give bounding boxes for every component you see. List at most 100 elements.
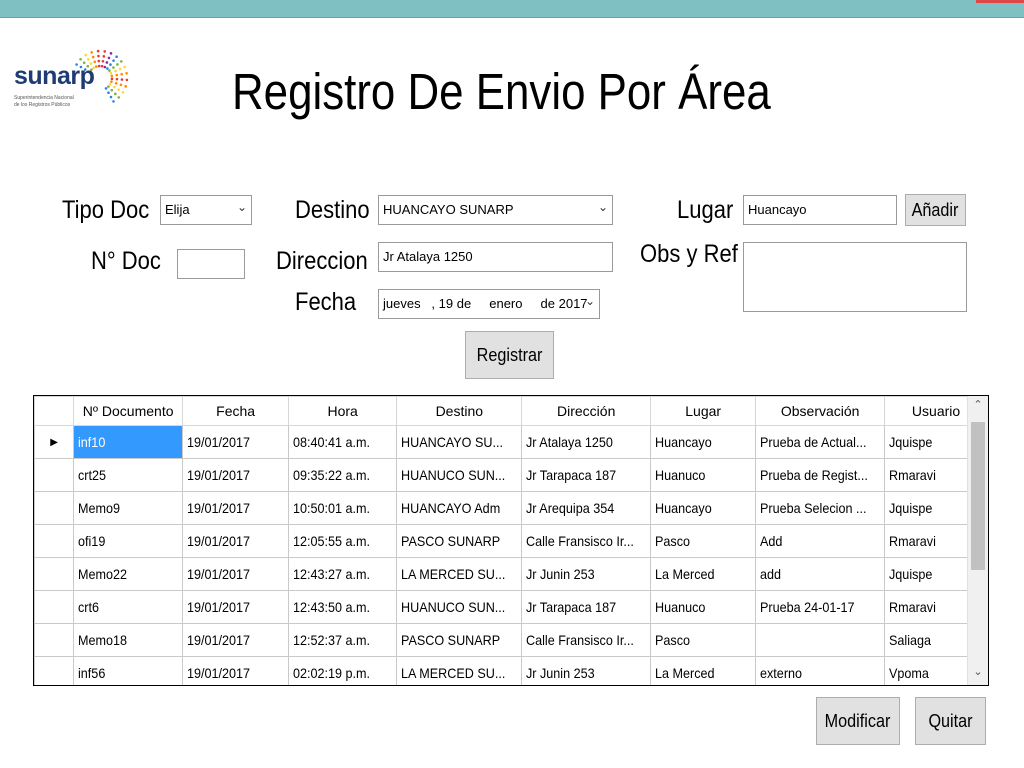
scroll-down-icon[interactable]: ⌄ <box>968 665 988 683</box>
table-cell-doc[interactable]: Memo18 <box>73 623 184 657</box>
table-cell-direccion[interactable]: Jr Tarapaca 187 <box>521 590 652 624</box>
current-row-indicator[interactable]: ▶ <box>34 425 75 459</box>
row-header[interactable] <box>34 623 75 657</box>
table-cell-doc[interactable]: Memo9 <box>73 491 184 525</box>
table-cell-direccion[interactable]: Jr Atalaya 1250 <box>521 425 652 459</box>
table-cell-hora[interactable]: 12:43:27 a.m. <box>288 557 398 591</box>
table-row[interactable]: inf56 19/01/2017 02:02:19 p.m. LA MERCED SU… <box>34 656 988 685</box>
table-cell-destino[interactable]: LA MERCED SU... <box>396 656 523 685</box>
table-cell-doc[interactable]: crt6 <box>73 590 184 624</box>
table-cell-destino[interactable]: LA MERCED SU... <box>396 557 523 591</box>
column-header[interactable]: Destino <box>396 396 523 426</box>
table-row[interactable]: Memo18 19/01/2017 12:52:37 a.m. PASCO SUNAR… <box>34 623 988 657</box>
table-cell-lugar[interactable]: Pasco <box>650 623 757 657</box>
cell-text: Jr Junin 253 <box>526 566 595 582</box>
vertical-scrollbar[interactable]: ⌃ ⌄ <box>967 396 988 685</box>
table-cell-lugar[interactable]: La Merced <box>650 557 757 591</box>
row-header-corner <box>34 396 75 426</box>
registrar-button[interactable]: Registrar <box>465 331 554 379</box>
table-cell-lugar[interactable]: Pasco <box>650 524 757 558</box>
table-cell-destino[interactable]: HUANUCO SUN... <box>396 590 523 624</box>
table-cell-obs[interactable]: Add <box>755 524 886 558</box>
table-row[interactable]: ofi19 19/01/2017 12:05:55 a.m. PASCO SUNARP… <box>34 524 988 558</box>
table-cell-hora[interactable]: 12:05:55 a.m. <box>288 524 398 558</box>
table-cell-fecha[interactable]: 19/01/2017 <box>182 524 290 558</box>
table-cell-destino[interactable]: PASCO SUNARP <box>396 623 523 657</box>
table-cell-destino[interactable]: HUANCAYO SU... <box>396 425 523 459</box>
table-cell-hora[interactable]: 12:52:37 a.m. <box>288 623 398 657</box>
table-cell-doc[interactable]: ofi19 <box>73 524 184 558</box>
scroll-thumb[interactable] <box>971 422 985 570</box>
row-header[interactable] <box>34 524 75 558</box>
table-cell-direccion[interactable]: Jr Arequipa 354 <box>521 491 652 525</box>
scroll-up-icon[interactable]: ⌃ <box>968 398 988 416</box>
table-row[interactable]: crt25 19/01/2017 09:35:22 a.m. HUANUCO SUN.… <box>34 458 988 492</box>
table-row[interactable]: crt6 19/01/2017 12:43:50 a.m. HUANUCO SUN..… <box>34 590 988 624</box>
table-cell-fecha[interactable]: 19/01/2017 <box>182 623 290 657</box>
quitar-button[interactable]: Quitar <box>915 697 986 745</box>
row-header[interactable] <box>34 491 75 525</box>
table-cell-fecha[interactable]: 19/01/2017 <box>182 491 290 525</box>
table-cell-fecha[interactable]: 19/01/2017 <box>182 458 290 492</box>
table-cell-obs[interactable] <box>755 623 886 657</box>
modificar-button[interactable]: Modificar <box>816 697 900 745</box>
table-cell-doc[interactable]: inf10 <box>73 425 184 459</box>
table-cell-fecha[interactable]: 19/01/2017 <box>182 656 290 685</box>
close-button-edge[interactable] <box>976 0 1024 3</box>
table-cell-destino[interactable]: HUANUCO SUN... <box>396 458 523 492</box>
table-cell-fecha[interactable]: 19/01/2017 <box>182 425 290 459</box>
table-cell-hora[interactable]: 10:50:01 a.m. <box>288 491 398 525</box>
table-cell-lugar[interactable]: Huanuco <box>650 458 757 492</box>
table-cell-obs[interactable]: externo <box>755 656 886 685</box>
table-cell-hora[interactable]: 12:43:50 a.m. <box>288 590 398 624</box>
envios-data-grid[interactable]: Nº Documento Fecha Hora Destino Direcció… <box>33 395 989 686</box>
cell-text: inf10 <box>78 434 106 450</box>
table-row[interactable]: Memo9 19/01/2017 10:50:01 a.m. HUANCAYO Adm… <box>34 491 988 525</box>
table-cell-doc[interactable]: inf56 <box>73 656 184 685</box>
column-header[interactable]: Lugar <box>650 396 757 426</box>
table-cell-lugar[interactable]: Huancayo <box>650 491 757 525</box>
column-header[interactable]: Fecha <box>182 396 290 426</box>
row-header[interactable] <box>34 557 75 591</box>
destino-select[interactable]: HUANCAYO SUNARP ⌄ <box>378 195 613 225</box>
fecha-date-picker[interactable]: jueves , 19 de enero de 2017 ⌄ <box>378 289 600 319</box>
column-header[interactable]: Observación <box>755 396 886 426</box>
obs-ref-textarea[interactable] <box>743 242 967 312</box>
table-cell-fecha[interactable]: 19/01/2017 <box>182 557 290 591</box>
table-cell-hora[interactable]: 08:40:41 a.m. <box>288 425 398 459</box>
table-cell-hora[interactable]: 02:02:19 p.m. <box>288 656 398 685</box>
table-cell-hora[interactable]: 09:35:22 a.m. <box>288 458 398 492</box>
row-header[interactable] <box>34 458 75 492</box>
table-cell-lugar[interactable]: La Merced <box>650 656 757 685</box>
table-cell-obs[interactable]: Prueba de Regist... <box>755 458 886 492</box>
lugar-input[interactable]: Huancayo <box>743 195 897 225</box>
table-cell-destino[interactable]: HUANCAYO Adm <box>396 491 523 525</box>
column-header[interactable]: Hora <box>288 396 398 426</box>
cell-text: Memo18 <box>78 632 128 648</box>
table-cell-lugar[interactable]: Huancayo <box>650 425 757 459</box>
tipo-doc-select[interactable]: Elija ⌄ <box>160 195 252 225</box>
column-header[interactable]: Nº Documento <box>73 396 184 426</box>
table-cell-direccion[interactable]: Jr Junin 253 <box>521 557 652 591</box>
column-header[interactable]: Dirección <box>521 396 652 426</box>
n-doc-input[interactable] <box>177 249 245 279</box>
anadir-button[interactable]: Añadir <box>905 194 966 226</box>
table-row[interactable]: ▶ inf10 19/01/2017 08:40:41 a.m. HUANCAYO SU… <box>34 425 988 459</box>
row-header[interactable] <box>34 656 75 685</box>
table-cell-direccion[interactable]: Calle Fransisco Ir... <box>521 524 652 558</box>
table-cell-destino[interactable]: PASCO SUNARP <box>396 524 523 558</box>
table-cell-lugar[interactable]: Huanuco <box>650 590 757 624</box>
table-cell-obs[interactable]: add <box>755 557 886 591</box>
table-cell-obs[interactable]: Prueba de Actual... <box>755 425 886 459</box>
table-cell-doc[interactable]: crt25 <box>73 458 184 492</box>
row-header[interactable] <box>34 590 75 624</box>
table-cell-direccion[interactable]: Jr Junin 253 <box>521 656 652 685</box>
table-cell-doc[interactable]: Memo22 <box>73 557 184 591</box>
table-row[interactable]: Memo22 19/01/2017 12:43:27 a.m. LA MERCED S… <box>34 557 988 591</box>
table-cell-fecha[interactable]: 19/01/2017 <box>182 590 290 624</box>
table-cell-direccion[interactable]: Calle Fransisco Ir... <box>521 623 652 657</box>
table-cell-obs[interactable]: Prueba 24-01-17 <box>755 590 886 624</box>
table-cell-direccion[interactable]: Jr Tarapaca 187 <box>521 458 652 492</box>
direccion-input[interactable]: Jr Atalaya 1250 <box>378 242 613 272</box>
table-cell-obs[interactable]: Prueba Selecion ... <box>755 491 886 525</box>
